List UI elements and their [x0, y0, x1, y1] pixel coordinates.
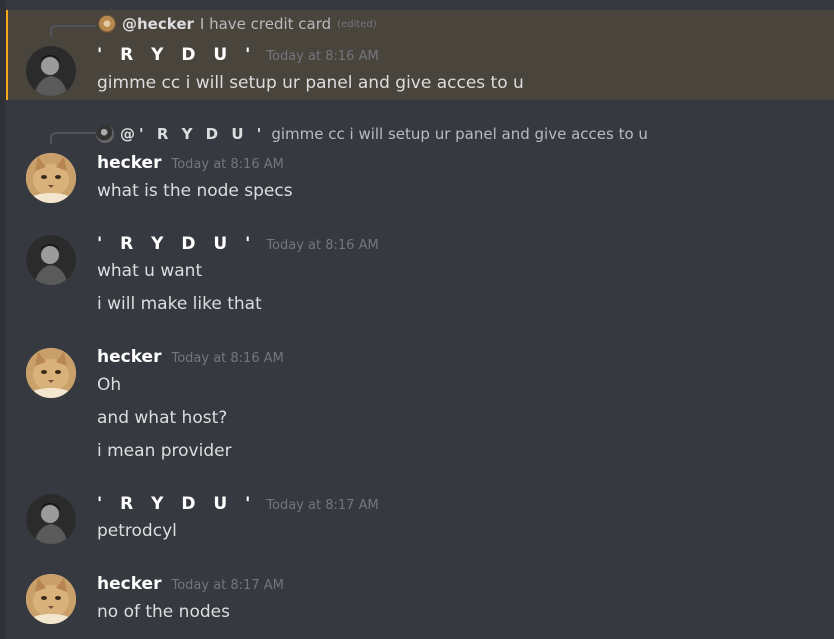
message-text: Oh — [97, 375, 122, 395]
message-group[interactable]: hecker Today at 8:17 AM no of the nodes — [6, 568, 834, 639]
author-name[interactable]: ' R Y D U ' — [97, 494, 256, 514]
message-text: and what host? — [97, 408, 228, 428]
user-avatar-icon — [26, 235, 76, 285]
reply-content: gimme cc i will setup ur panel and give … — [271, 125, 648, 143]
avatar[interactable] — [26, 235, 76, 285]
timestamp: Today at 8:17 AM — [266, 498, 379, 513]
author-name[interactable]: ' R Y D U ' — [97, 234, 256, 254]
message-group-highlighted[interactable]: @hecker I have credit card (edited) ' R … — [6, 10, 834, 100]
timestamp: Today at 8:16 AM — [266, 238, 379, 253]
author-name[interactable]: hecker — [97, 347, 161, 367]
message-header: ' R Y D U ' Today at 8:16 AM — [97, 234, 379, 254]
cat-avatar-icon — [26, 153, 76, 203]
reply-preview[interactable]: @' R Y D U ' gimme cc i will setup ur pa… — [96, 125, 648, 143]
cat-avatar-icon — [26, 348, 76, 398]
reply-connector — [50, 25, 96, 37]
message-group[interactable]: hecker Today at 8:16 AM Oh and what host… — [6, 340, 834, 470]
message-header: hecker Today at 8:16 AM — [97, 153, 284, 173]
avatar[interactable] — [26, 574, 76, 624]
message-text: i will make like that — [97, 294, 262, 314]
reply-author[interactable]: @hecker — [122, 15, 194, 33]
reply-avatar-icon — [98, 15, 116, 33]
message-group[interactable]: @' R Y D U ' gimme cc i will setup ur pa… — [6, 115, 834, 215]
timestamp: Today at 8:16 AM — [171, 351, 284, 366]
avatar[interactable] — [26, 153, 76, 203]
message-group[interactable]: ' R Y D U ' Today at 8:17 AM petrodcyl — [6, 488, 834, 550]
avatar[interactable] — [26, 46, 76, 96]
reply-author[interactable]: @' R Y D U ' — [120, 125, 265, 143]
author-name[interactable]: hecker — [97, 574, 161, 594]
user-avatar-icon — [26, 46, 76, 96]
timestamp: Today at 8:16 AM — [266, 49, 379, 64]
cat-avatar-icon — [26, 574, 76, 624]
reply-preview[interactable]: @hecker I have credit card (edited) — [98, 15, 377, 33]
message-header: ' R Y D U ' Today at 8:16 AM — [97, 45, 379, 65]
reply-connector — [50, 132, 96, 144]
author-name[interactable]: hecker — [97, 153, 161, 173]
message-text: petrodcyl — [97, 521, 177, 541]
message-text: what is the node specs — [97, 181, 293, 201]
message-header: hecker Today at 8:16 AM — [97, 347, 284, 367]
timestamp: Today at 8:17 AM — [171, 578, 284, 593]
user-avatar-icon — [26, 494, 76, 544]
message-header: ' R Y D U ' Today at 8:17 AM — [97, 494, 379, 514]
message-text: what u want — [97, 261, 203, 281]
message-group[interactable]: ' R Y D U ' Today at 8:16 AM what u want… — [6, 228, 834, 323]
reply-content: I have credit card — [199, 15, 332, 33]
avatar[interactable] — [26, 348, 76, 398]
timestamp: Today at 8:16 AM — [171, 157, 284, 172]
message-text: gimme cc i will setup ur panel and give … — [97, 73, 524, 93]
message-text: no of the nodes — [97, 602, 230, 622]
avatar[interactable] — [26, 494, 76, 544]
reply-avatar-icon — [96, 125, 114, 143]
reply-edited-tag: (edited) — [337, 18, 377, 30]
message-header: hecker Today at 8:17 AM — [97, 574, 284, 594]
message-text: i mean provider — [97, 441, 232, 461]
author-name[interactable]: ' R Y D U ' — [97, 45, 256, 65]
